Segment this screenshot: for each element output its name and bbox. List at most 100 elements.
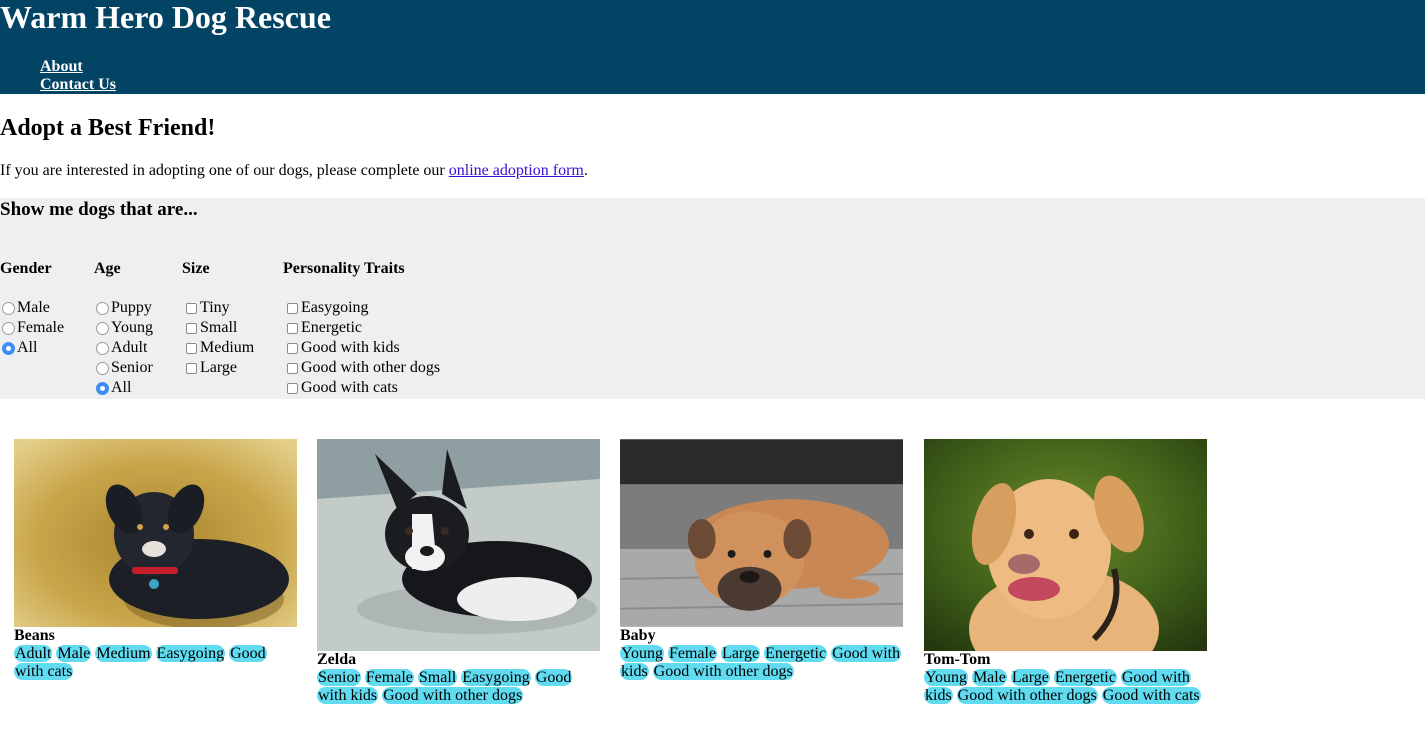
tag-badge: Good with other dogs	[652, 663, 794, 680]
radio-button[interactable]	[96, 321, 109, 335]
tag-badge: Small	[417, 669, 458, 686]
tag-badge: Good with other dogs	[956, 687, 1098, 704]
tag-badge: Male	[971, 669, 1007, 686]
trait-option-good-with-cats[interactable]: Good with cats	[283, 378, 440, 398]
radio-button[interactable]	[2, 321, 15, 335]
age-filter-label: Age	[94, 260, 121, 277]
checkbox[interactable]	[186, 342, 197, 354]
trait-option-good-with-kids[interactable]: Good with kids	[283, 338, 440, 358]
gender-option-all[interactable]: All	[0, 338, 64, 358]
filter-panel: Show me dogs that are... Gender Male Fem…	[0, 198, 1425, 399]
gender-option-female[interactable]: Female	[0, 318, 64, 338]
option-label: Large	[200, 359, 238, 376]
size-option-tiny[interactable]: Tiny	[182, 298, 254, 318]
dog-photo-zelda	[317, 439, 600, 651]
checkbox[interactable]	[186, 302, 197, 314]
dog-card: Baby Young Female Large Energetic Good w…	[620, 439, 904, 681]
gender-filter-label: Gender	[0, 260, 52, 277]
option-label: Easygoing	[301, 299, 369, 316]
checkbox[interactable]	[186, 362, 197, 374]
tag-badge: Large	[721, 645, 761, 662]
tag-badge: Energetic	[764, 645, 828, 662]
option-label: Good with kids	[301, 339, 400, 356]
main-nav: About Contact Us	[40, 58, 116, 94]
option-label: Female	[17, 319, 65, 336]
checkbox[interactable]	[287, 342, 298, 354]
checkbox[interactable]	[287, 382, 298, 394]
tag-badge: Easygoing	[461, 669, 531, 686]
personality-filter-label: Personality Traits	[283, 260, 405, 277]
intro-text-after: .	[583, 162, 588, 179]
adoption-form-link[interactable]: online adoption form	[449, 162, 584, 179]
dog-photo-baby	[620, 439, 903, 627]
tag-badge: Medium	[95, 645, 152, 662]
dog-tags: Young Male Large Energetic Good with kid…	[924, 669, 1207, 705]
age-option-young[interactable]: Young	[94, 318, 153, 338]
option-label: Puppy	[111, 299, 152, 316]
age-filter: Age Puppy Young Adult Senior All	[94, 260, 153, 396]
age-option-adult[interactable]: Adult	[94, 338, 153, 358]
radio-button[interactable]	[96, 301, 109, 315]
option-label: Male	[17, 299, 50, 316]
size-filter: Size Tiny Small Medium Large	[182, 260, 254, 376]
option-label: All	[111, 379, 132, 396]
page-heading: Adopt a Best Friend!	[0, 115, 216, 141]
option-label: Good with other dogs	[301, 359, 441, 376]
age-option-puppy[interactable]: Puppy	[94, 298, 153, 318]
tag-badge: Easygoing	[155, 645, 226, 662]
age-option-all[interactable]: All	[94, 378, 153, 398]
option-label: All	[17, 339, 38, 356]
tag-badge: Large	[1010, 669, 1050, 686]
option-label: Tiny	[200, 299, 230, 316]
dog-card: Beans Adult Male Medium Easygoing Good w…	[14, 439, 297, 681]
tag-badge: Adult	[14, 645, 53, 662]
intro-text: If you are interested in adopting one of…	[0, 162, 588, 180]
trait-option-easygoing[interactable]: Easygoing	[283, 298, 440, 318]
size-filter-label: Size	[182, 260, 210, 277]
tag-badge: Male	[56, 645, 92, 662]
dog-photo-beans	[14, 439, 297, 627]
size-option-small[interactable]: Small	[182, 318, 254, 338]
dog-tags: Adult Male Medium Easygoing Good with ca…	[14, 645, 297, 681]
nav-contact-link[interactable]: Contact Us	[40, 76, 116, 94]
option-label: Energetic	[301, 319, 363, 336]
tag-badge: Young	[924, 669, 968, 686]
dog-name: Zelda	[317, 651, 357, 668]
trait-option-good-with-dogs[interactable]: Good with other dogs	[283, 358, 440, 378]
dog-name: Beans	[14, 627, 55, 644]
option-label: Young	[111, 319, 153, 336]
age-option-senior[interactable]: Senior	[94, 358, 153, 378]
site-header: Warm Hero Dog Rescue About Contact Us	[0, 0, 1425, 94]
radio-button-selected[interactable]	[96, 381, 109, 395]
trait-option-energetic[interactable]: Energetic	[283, 318, 440, 338]
gender-option-male[interactable]: Male	[0, 298, 64, 318]
tag-badge: Energetic	[1053, 669, 1117, 686]
checkbox[interactable]	[186, 322, 197, 334]
checkbox[interactable]	[287, 322, 298, 334]
personality-filter: Personality Traits Easygoing Energetic G…	[283, 260, 440, 396]
size-option-medium[interactable]: Medium	[182, 338, 254, 358]
size-option-large[interactable]: Large	[182, 358, 254, 378]
radio-button[interactable]	[2, 301, 15, 315]
filter-heading: Show me dogs that are...	[0, 199, 198, 220]
checkbox[interactable]	[287, 302, 298, 314]
intro-text-before: If you are interested in adopting one of…	[0, 162, 449, 179]
option-label: Good with cats	[301, 379, 398, 396]
checkbox[interactable]	[287, 362, 298, 374]
dog-tags: Senior Female Small Easygoing Good with …	[317, 669, 600, 705]
radio-button[interactable]	[96, 341, 109, 355]
tag-badge: Young	[620, 645, 664, 662]
tag-badge: Senior	[317, 669, 361, 686]
dog-card: Zelda Senior Female Small Easygoing Good…	[317, 439, 600, 705]
dog-tags: Young Female Large Energetic Good with k…	[620, 645, 904, 681]
radio-button[interactable]	[96, 361, 109, 375]
nav-about-link[interactable]: About	[40, 58, 116, 76]
dog-card: Tom-Tom Young Male Large Energetic Good …	[924, 439, 1207, 705]
dog-name: Baby	[620, 627, 656, 644]
tag-badge: Good with cats	[1101, 687, 1201, 704]
option-label: Small	[200, 319, 238, 336]
option-label: Medium	[200, 339, 255, 356]
radio-button-selected[interactable]	[2, 341, 15, 355]
dog-photo-tom-tom	[924, 439, 1207, 651]
option-label: Adult	[111, 339, 148, 356]
